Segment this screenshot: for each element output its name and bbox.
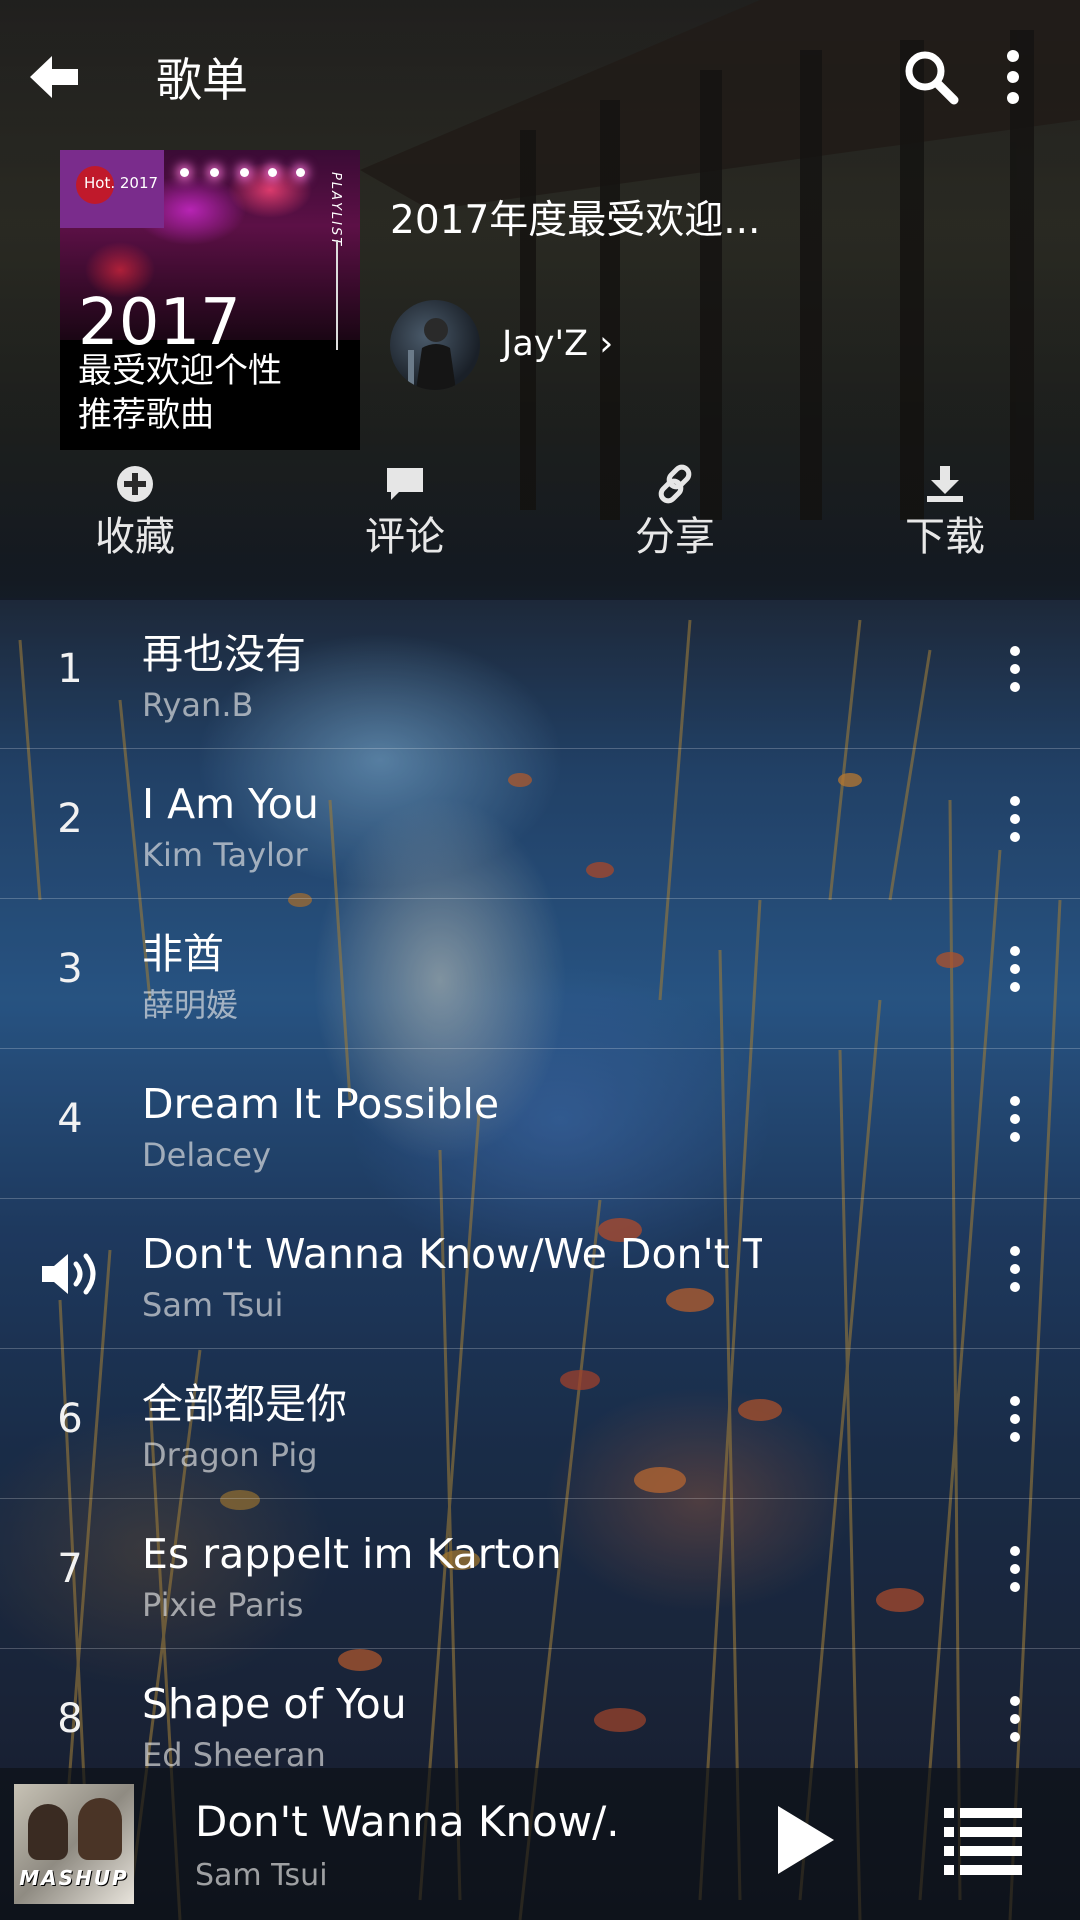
song-number: 4 [57, 1096, 83, 1142]
playlist-title: 2017年度最受欢迎... [390, 198, 761, 243]
cover-figure-left [28, 1804, 68, 1860]
share-button[interactable]: 分享 [590, 460, 760, 570]
comment-button[interactable]: 评论 [320, 460, 490, 570]
speaker-playing-icon [42, 1253, 96, 1295]
play-button[interactable] [770, 1800, 840, 1880]
cover-subtitle-line1: 最受欢迎个性 [78, 351, 282, 391]
collect-button[interactable]: 收藏 [50, 460, 220, 570]
song-number: 2 [57, 796, 83, 842]
song-artist: Dragon Pig [142, 1436, 318, 1474]
song-artist: 薛明媛 [142, 986, 239, 1024]
back-button[interactable] [22, 44, 88, 110]
song-title: 全部都是你 [142, 1380, 347, 1428]
song-number: 6 [57, 1396, 83, 1442]
comment-label: 评论 [365, 514, 445, 560]
more-vertical-icon [1007, 50, 1019, 104]
cover-year: 2017 [78, 286, 241, 360]
page-title: 歌单 [156, 53, 248, 107]
song-list: 1 再也没有 Ryan.B 2 I Am You Kim Taylor 3 非酋… [0, 598, 1080, 1774]
top-app-bar: 歌单 [0, 0, 1080, 150]
collect-label: 收藏 [95, 514, 175, 560]
song-row-now-playing[interactable]: Don't Wanna Know/We Don't T... Sam Tsui [0, 1198, 1080, 1349]
song-row[interactable]: 7 Es rappelt im Karton Pixie Paris [0, 1498, 1080, 1649]
playlist-cover[interactable]: Hot. 2017 PLAYLIST 2017 最受欢迎个性 推荐歌曲 [60, 150, 360, 450]
song-more-button[interactable] [1000, 796, 1030, 852]
song-more-button[interactable] [1000, 1396, 1030, 1452]
cover-figure-right [78, 1798, 122, 1860]
song-number: 1 [57, 646, 83, 692]
song-more-button[interactable] [1000, 946, 1030, 1002]
search-icon [905, 51, 959, 105]
song-artist: Delacey [142, 1136, 272, 1174]
song-row[interactable]: 6 全部都是你 Dragon Pig [0, 1348, 1080, 1499]
now-playing-title: Don't Wanna Know/... [195, 1797, 615, 1846]
song-more-button[interactable] [1000, 1696, 1030, 1752]
list-icon [944, 1808, 1022, 1875]
mini-player[interactable]: MASHUP Don't Wanna Know/... Sam Tsui [0, 1768, 1080, 1920]
song-more-button[interactable] [1000, 1246, 1030, 1302]
song-row[interactable]: 4 Dream It Possible Delacey [0, 1048, 1080, 1199]
song-row[interactable]: 2 I Am You Kim Taylor [0, 748, 1080, 899]
play-icon [778, 1806, 834, 1874]
song-title: I Am You [142, 780, 319, 828]
now-playing-cover[interactable]: MASHUP [14, 1784, 134, 1904]
cover-divider [336, 240, 338, 350]
song-row[interactable]: 1 再也没有 Ryan.B [0, 598, 1080, 749]
song-title: Shape of You [142, 1680, 407, 1728]
song-title: Dream It Possible [142, 1080, 500, 1128]
share-label: 分享 [635, 514, 715, 560]
song-title: Don't Wanna Know/We Don't T... [142, 1230, 762, 1278]
song-artist: Sam Tsui [142, 1286, 284, 1324]
playlist-actions: 收藏 评论 分享 下载 [0, 460, 1080, 570]
comment-icon [387, 468, 423, 500]
creator-avatar [390, 300, 480, 390]
download-icon [927, 466, 963, 502]
more-options-button[interactable] [990, 44, 1036, 110]
song-number: 3 [57, 946, 83, 992]
song-title: 再也没有 [142, 630, 306, 678]
song-artist: Ryan.B [142, 686, 254, 724]
back-arrow-icon [30, 56, 78, 98]
chevron-right-icon: › [599, 324, 614, 364]
cover-mashup-text: MASHUP [19, 1866, 129, 1890]
song-number: 7 [57, 1546, 83, 1592]
download-label: 下载 [905, 514, 985, 560]
add-circle-icon [117, 466, 153, 502]
download-button[interactable]: 下载 [860, 460, 1030, 570]
song-artist: Pixie Paris [142, 1586, 304, 1624]
song-title: Es rappelt im Karton [142, 1530, 562, 1578]
playlist-queue-button[interactable] [942, 1806, 1024, 1878]
search-button[interactable] [898, 44, 964, 110]
song-more-button[interactable] [1000, 1546, 1030, 1602]
song-title: 非酋 [142, 930, 224, 978]
cover-subtitle-line2: 推荐歌曲 [78, 395, 214, 435]
cover-vertical-text: PLAYLIST [328, 172, 343, 248]
song-number: 8 [57, 1696, 83, 1742]
song-more-button[interactable] [1000, 646, 1030, 702]
link-icon [658, 464, 692, 504]
song-artist: Kim Taylor [142, 836, 308, 874]
song-more-button[interactable] [1000, 1096, 1030, 1152]
song-row[interactable]: 3 非酋 薛明媛 [0, 898, 1080, 1049]
now-playing-artist: Sam Tsui [195, 1858, 328, 1893]
hot-badge-text: Hot. 2017 [84, 174, 159, 192]
creator-name: Jay'Z › [502, 324, 614, 364]
